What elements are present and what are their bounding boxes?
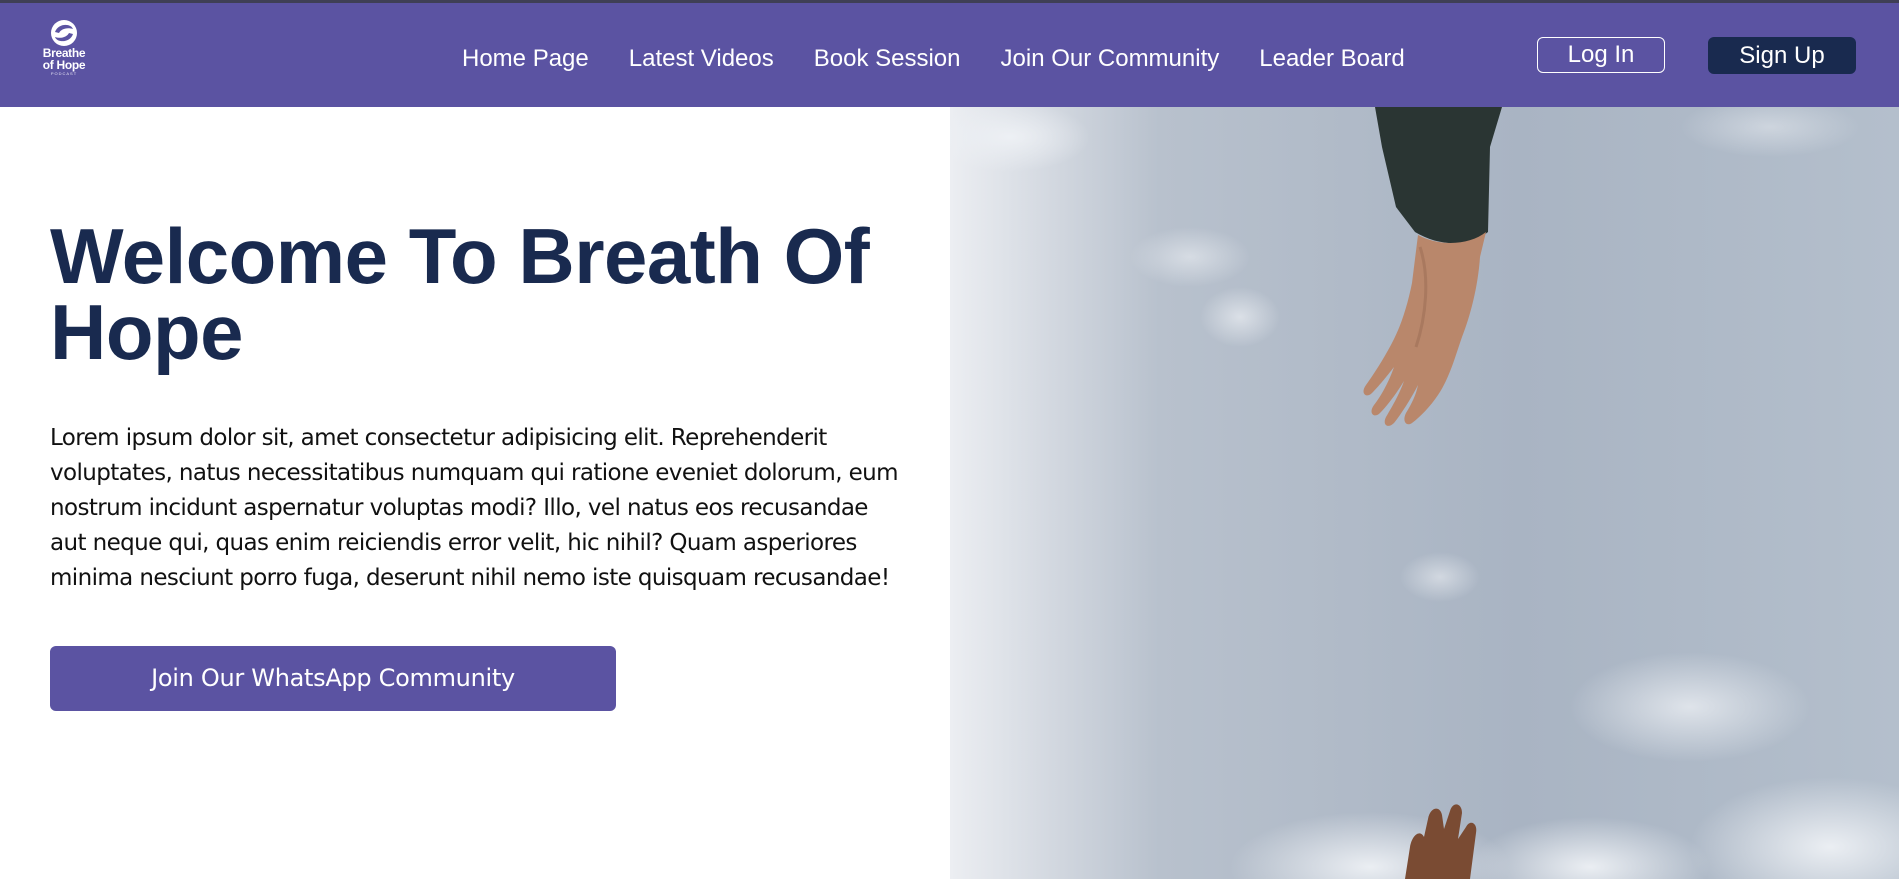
nav-home-page[interactable]: Home Page xyxy=(462,43,589,75)
reaching-hands-sky-image xyxy=(950,107,1899,879)
nav-book-session[interactable]: Book Session xyxy=(814,43,961,75)
primary-nav: Home Page Latest Videos Book Session Joi… xyxy=(462,43,1445,75)
hero-title: Welcome To Breath Of Hope xyxy=(50,212,870,376)
join-whatsapp-button[interactable]: Join Our WhatsApp Community xyxy=(50,646,616,711)
logo-line2: of Hope xyxy=(42,58,86,72)
login-button[interactable]: Log In xyxy=(1537,37,1665,73)
signup-button[interactable]: Sign Up xyxy=(1708,37,1856,74)
hero-image xyxy=(950,107,1899,879)
top-navbar: Breathe of Hope PODCAST Home Page Latest… xyxy=(0,3,1899,107)
nav-leader-board[interactable]: Leader Board xyxy=(1259,43,1404,75)
nav-join-community[interactable]: Join Our Community xyxy=(1001,43,1220,75)
brand-logo[interactable]: Breathe of Hope PODCAST xyxy=(36,19,92,91)
hero-description: Lorem ipsum dolor sit, amet consectetur … xyxy=(50,425,899,591)
nav-latest-videos[interactable]: Latest Videos xyxy=(629,43,774,75)
swirl-logo-icon xyxy=(51,20,77,46)
